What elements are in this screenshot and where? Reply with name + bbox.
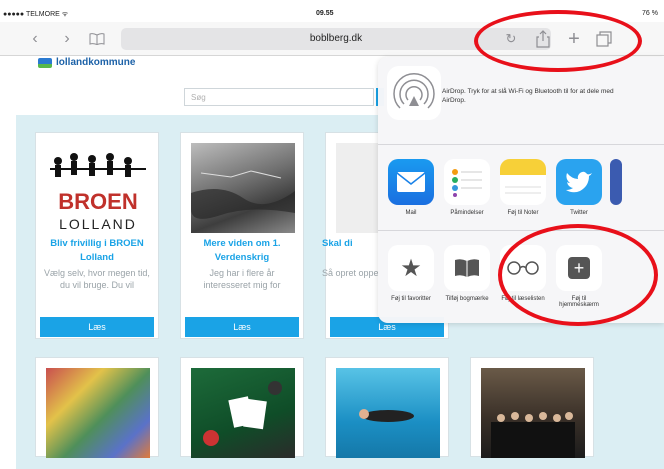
action-add-bookmark[interactable]: Tilføj bogmærke — [442, 245, 492, 302]
flag-icon — [38, 57, 52, 68]
card-description: Vælg selv, hvor megen tid, du vil bruge.… — [44, 268, 150, 290]
share-app-more[interactable] — [610, 159, 630, 210]
action-add-favorite[interactable]: ★ Føj til favoritter — [386, 245, 436, 302]
share-app-notes[interactable]: Føj til Noter — [498, 159, 548, 216]
carrier-label: ●●●●● TELMORE ᯤ — [3, 11, 69, 18]
card-image-tile[interactable] — [325, 357, 449, 458]
share-app-reminders[interactable]: Påmindelser — [442, 159, 492, 216]
card-title[interactable]: Bliv frivillig i BROEN Lolland — [40, 237, 154, 265]
card-description: Jeg har i flere år interesseret mig for — [203, 268, 281, 290]
airdrop-description: AirDrop. Tryk for at slå Wi-Fi og Blueto… — [442, 88, 614, 104]
share-app-label: Twitter — [570, 210, 588, 216]
airdrop-section[interactable]: AirDrop. Tryk for at slå Wi-Fi og Blueto… — [378, 57, 664, 145]
annotation-circle-home-screen — [498, 224, 658, 326]
card-image-tile[interactable] — [180, 357, 304, 458]
reminders-icon — [444, 159, 490, 205]
bookmark-book-icon — [444, 245, 490, 291]
action-label: Føj til favoritter — [391, 296, 431, 302]
site-logo[interactable]: lollandkommune — [38, 57, 135, 68]
card-logo-top: BROEN — [58, 189, 137, 214]
read-button[interactable]: Læs — [185, 317, 299, 337]
share-app-label: Mail — [405, 210, 417, 216]
logo-text: lollandkommune — [56, 57, 136, 68]
share-apps-row: Mail Påmindelser Føj til Noter Twitter — [378, 145, 664, 231]
clock: 09.55 — [316, 10, 334, 17]
card-image — [191, 368, 295, 458]
card-image: BROEN LOLLAND — [46, 143, 150, 233]
battery-label: 76 % — [642, 10, 658, 17]
bookmarks-icon[interactable] — [86, 28, 108, 50]
airdrop-icon[interactable] — [387, 66, 441, 120]
share-app-twitter[interactable]: Twitter — [554, 159, 604, 216]
mail-icon — [388, 159, 434, 205]
star-icon: ★ — [388, 245, 434, 291]
share-app-mail[interactable]: Mail — [386, 159, 436, 216]
card-image-tile[interactable] — [35, 357, 159, 458]
back-icon[interactable]: ‹ — [24, 28, 46, 50]
share-app-label: Påmindelser — [450, 210, 484, 216]
forward-icon[interactable]: › — [56, 28, 78, 50]
card-image — [336, 368, 440, 458]
card-image — [481, 368, 585, 458]
notes-icon — [500, 159, 546, 205]
card-image — [191, 143, 295, 233]
card-image — [46, 368, 150, 458]
card-image-tile[interactable] — [470, 357, 594, 458]
card-broen[interactable]: BROEN LOLLAND Bliv frivillig i BROEN Lol… — [35, 132, 159, 339]
search-input[interactable]: Søg — [184, 88, 374, 106]
read-button[interactable]: Læs — [40, 317, 154, 337]
share-app-label: Føj til Noter — [507, 210, 539, 216]
app-icon-partial — [610, 159, 622, 205]
card-logo-bottom: LOLLAND — [59, 216, 137, 232]
card-title[interactable]: Mere viden om 1. Verdenskrig — [185, 237, 299, 265]
action-label: Tilføj bogmærke — [445, 296, 489, 302]
card-ww1[interactable]: Mere viden om 1. Verdenskrig Jeg har i f… — [180, 132, 304, 339]
twitter-icon — [556, 159, 602, 205]
annotation-circle-toolbar — [474, 10, 642, 72]
